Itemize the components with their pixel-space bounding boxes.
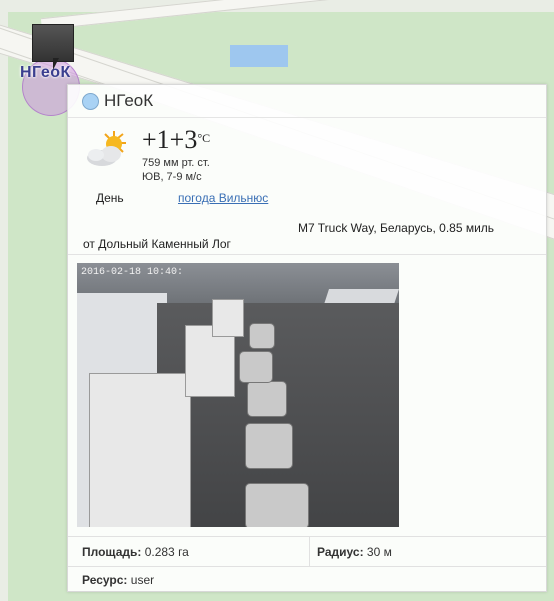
popup-title: НГеоК — [104, 91, 154, 110]
camera-car-3 — [247, 381, 287, 417]
popup-header: НГеоК — [68, 85, 546, 118]
camera-car-2 — [245, 423, 293, 469]
camera-car-1 — [245, 483, 309, 527]
partly-cloudy-sun-icon — [84, 129, 132, 169]
area-value: 0.283 га — [144, 545, 189, 559]
marker-label: НГеоК — [20, 64, 71, 81]
camera-truck-large — [89, 373, 191, 527]
radius-label: Радиус: — [317, 545, 364, 559]
divider — [68, 254, 546, 255]
map-water — [230, 45, 288, 67]
circle-marker-icon — [82, 93, 99, 110]
pressure-text: 759 мм рт. ст. — [142, 157, 210, 169]
camera-thumbnail-icon[interactable] — [32, 24, 74, 62]
temperature-value: +1+3 — [142, 125, 198, 154]
temperature-text: +1+3°C — [142, 125, 210, 155]
camera-timestamp: 2016-02-18 10:40: — [81, 267, 184, 278]
wind-text: ЮВ, 7-9 м/с — [142, 171, 202, 183]
camera-car-5 — [249, 323, 275, 349]
area-label: Площадь: — [82, 545, 142, 559]
temperature-unit: °C — [197, 131, 211, 145]
camera-image[interactable]: 2016-02-18 10:40: — [77, 263, 399, 527]
resource-cell: Ресурс: user — [82, 573, 154, 597]
road-location-text: M7 Truck Way, Беларусь, 0.85 миль — [298, 221, 495, 235]
radius-value: 30 м — [366, 545, 392, 559]
camera-truck-far — [212, 299, 244, 337]
info-popup: НГеоК +1+3°C 759 мм рт. ст. ЮВ, 7-9 м/с … — [67, 84, 547, 592]
resource-label: Ресурс: — [82, 573, 128, 587]
details-row-resource: Ресурс: user — [68, 566, 546, 591]
weather-link[interactable]: погода Вильнюс — [178, 191, 268, 205]
cell-separator — [309, 537, 310, 567]
camera-car-4 — [239, 351, 273, 383]
details-row-area-radius: Площадь: 0.283 га Радиус: 30 м — [68, 536, 546, 567]
map-marker[interactable]: НГеоК — [20, 22, 84, 116]
resource-value: user — [130, 573, 155, 587]
mouse-cursor-icon — [53, 58, 59, 70]
nearby-place-text: от Дольный Каменный Лог — [83, 237, 231, 251]
day-label: День — [96, 191, 124, 205]
weather-widget: +1+3°C 759 мм рт. ст. ЮВ, 7-9 м/с День п… — [84, 125, 344, 211]
